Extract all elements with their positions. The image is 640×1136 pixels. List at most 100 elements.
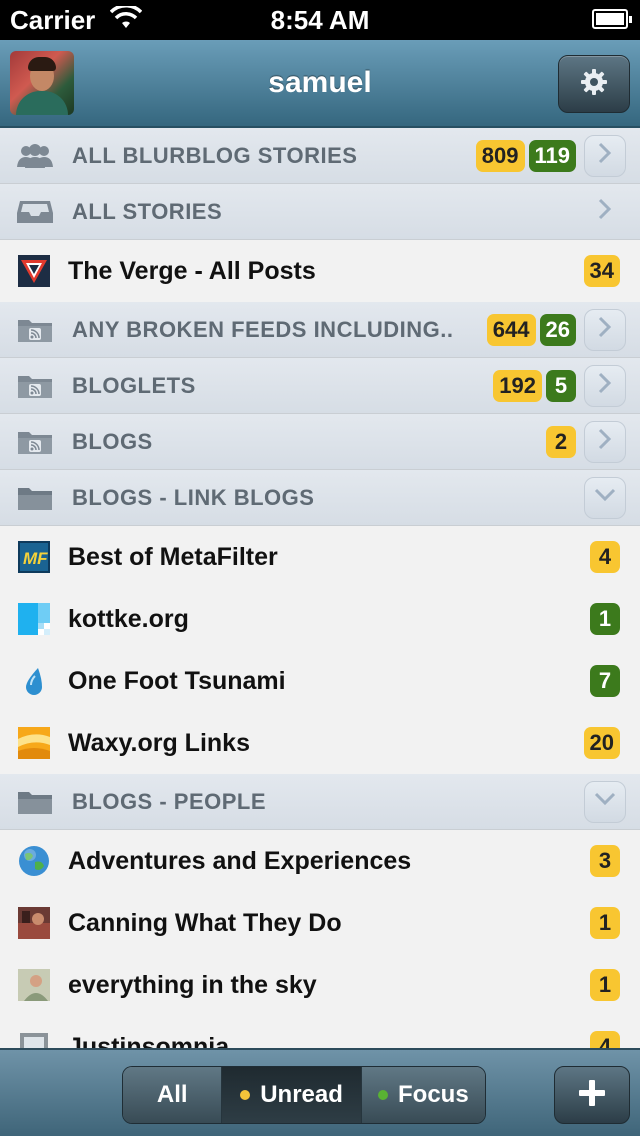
folder-row[interactable]: BLOGS - LINK BLOGS — [0, 470, 640, 526]
unread-count-badge: 1 — [590, 907, 620, 939]
clock: 8:54 AM — [270, 5, 370, 35]
filter-all-segment[interactable]: All — [123, 1067, 223, 1123]
focus-count-badge: 7 — [590, 665, 620, 697]
open-folder-button[interactable] — [584, 364, 626, 407]
feed-row[interactable]: kottke.org 1 — [0, 588, 640, 650]
filter-focus-segment[interactable]: Focus — [361, 1067, 485, 1123]
folder-row[interactable]: ALL STORIES — [0, 184, 640, 240]
unread-counts: 1 — [590, 969, 620, 1001]
filter-unread-segment[interactable]: Unread — [222, 1067, 362, 1123]
feed-title: Waxy.org Links — [68, 728, 250, 757]
rss-folder-icon — [16, 426, 54, 458]
feed-list[interactable]: ALL BLURBLOG STORIES 809 119 ALL STORIES The… — [0, 128, 640, 1050]
feed-title: everything in the sky — [68, 970, 317, 999]
focus-count-badge: 119 — [528, 139, 576, 172]
feed-row[interactable]: The Verge - All Posts 34 — [0, 240, 640, 302]
feed-row[interactable]: Justinsomnia 4 — [0, 1016, 640, 1050]
people-icon — [16, 140, 54, 172]
folder-title: BLOGS - PEOPLE — [72, 788, 267, 814]
folder-icon — [16, 482, 54, 514]
folder-icon — [16, 786, 54, 818]
settings-button[interactable] — [558, 55, 630, 113]
status-dot-icon — [378, 1090, 388, 1100]
unread-count-badge: 20 — [583, 727, 620, 759]
globe-favicon — [18, 845, 50, 877]
plus-icon — [577, 1078, 607, 1113]
unread-counts: 644 26 — [486, 313, 576, 346]
feed-title: kottke.org — [68, 604, 189, 633]
focus-count-badge: 1 — [590, 603, 620, 635]
feed-title: Best of MetaFilter — [68, 542, 278, 571]
intelligence-filter-control[interactable]: All Unread Focus — [122, 1066, 486, 1124]
bottom-toolbar: All Unread Focus — [0, 1048, 640, 1136]
unread-counts: 1 — [590, 907, 620, 939]
folder-row[interactable]: BLOGLETS 192 5 — [0, 358, 640, 414]
folder-row[interactable]: BLOGS - PEOPLE — [0, 774, 640, 830]
open-folder-button[interactable] — [584, 420, 626, 463]
waxy-favicon — [18, 727, 50, 759]
rss-folder-icon — [16, 370, 54, 402]
folder-row[interactable]: ALL BLURBLOG STORIES 809 119 — [0, 128, 640, 184]
folder-title: ALL STORIES — [72, 198, 223, 224]
unread-counts: 7 — [590, 665, 620, 697]
water-drop-favicon — [18, 665, 50, 697]
feed-row[interactable]: Canning What They Do 1 — [0, 892, 640, 954]
unread-counts: 4 — [590, 541, 620, 573]
chevron-right-icon — [598, 142, 612, 169]
chevron-down-icon — [594, 792, 616, 811]
folder-title: ALL BLURBLOG STORIES — [72, 142, 358, 168]
photo-favicon — [18, 907, 50, 939]
feed-title: The Verge - All Posts — [68, 256, 316, 285]
chevron-down-icon — [594, 488, 616, 507]
chevron-right-icon — [598, 428, 612, 455]
folder-title: BLOGS — [72, 428, 153, 454]
feed-title: One Foot Tsunami — [68, 666, 286, 695]
segment-label: Unread — [260, 1081, 343, 1108]
focus-count-badge: 5 — [546, 369, 576, 402]
header-bar: samuel — [0, 40, 640, 128]
chevron-right-icon — [598, 372, 612, 399]
metafilter-favicon: MF — [18, 541, 50, 573]
unread-counts: 34 — [583, 255, 620, 287]
gear-icon — [580, 68, 608, 101]
segment-label: All — [156, 1081, 188, 1108]
unread-count-badge: 2 — [546, 425, 576, 458]
chevron-right-icon — [598, 316, 612, 343]
feed-row[interactable]: Adventures and Experiences 3 — [0, 830, 640, 892]
folder-title: BLOGLETS — [72, 372, 196, 398]
feed-title: Adventures and Experiences — [68, 846, 412, 875]
unread-count-badge: 192 — [493, 369, 542, 402]
rss-folder-icon — [16, 314, 54, 346]
unread-count-badge: 34 — [583, 255, 620, 287]
unread-count-badge: 4 — [590, 541, 620, 573]
unread-counts: 2 — [546, 425, 576, 458]
chevron-right-icon — [598, 198, 612, 225]
open-folder-button[interactable] — [584, 134, 626, 177]
add-site-button[interactable] — [554, 1066, 630, 1124]
feed-row[interactable]: One Foot Tsunami 7 — [0, 650, 640, 712]
segment-label: Focus — [398, 1081, 469, 1108]
folder-row[interactable]: BLOGS 2 — [0, 414, 640, 470]
unread-counts: 192 5 — [493, 369, 576, 402]
feed-row[interactable]: everything in the sky 1 — [0, 954, 640, 1016]
inbox-tray-icon — [16, 196, 54, 228]
unread-counts: 20 — [583, 727, 620, 759]
collapse-folder-button[interactable] — [584, 780, 626, 823]
feed-row[interactable]: Waxy.org Links 20 — [0, 712, 640, 774]
folder-row[interactable]: ANY BROKEN FEEDS INCLUDING... 644 26 — [0, 302, 640, 358]
username-title: samuel — [268, 66, 372, 99]
feed-title: Canning What They Do — [68, 908, 342, 937]
collapse-folder-button[interactable] — [584, 476, 626, 519]
portrait-favicon — [18, 969, 50, 1001]
unread-count-badge: 809 — [475, 139, 525, 172]
unread-counts: 809 119 — [475, 139, 576, 172]
open-folder-button[interactable] — [584, 308, 626, 351]
feed-row[interactable]: MF Best of MetaFilter 4 — [0, 526, 640, 588]
open-folder-button[interactable] — [584, 191, 626, 233]
svg-text:MF: MF — [23, 549, 48, 568]
folder-title: BLOGS - LINK BLOGS — [72, 484, 315, 510]
status-dot-icon — [240, 1090, 251, 1100]
status-bar: Carrier 8:54 AM — [0, 0, 640, 40]
unread-counts: 1 — [590, 603, 620, 635]
unread-counts: 3 — [590, 845, 620, 877]
